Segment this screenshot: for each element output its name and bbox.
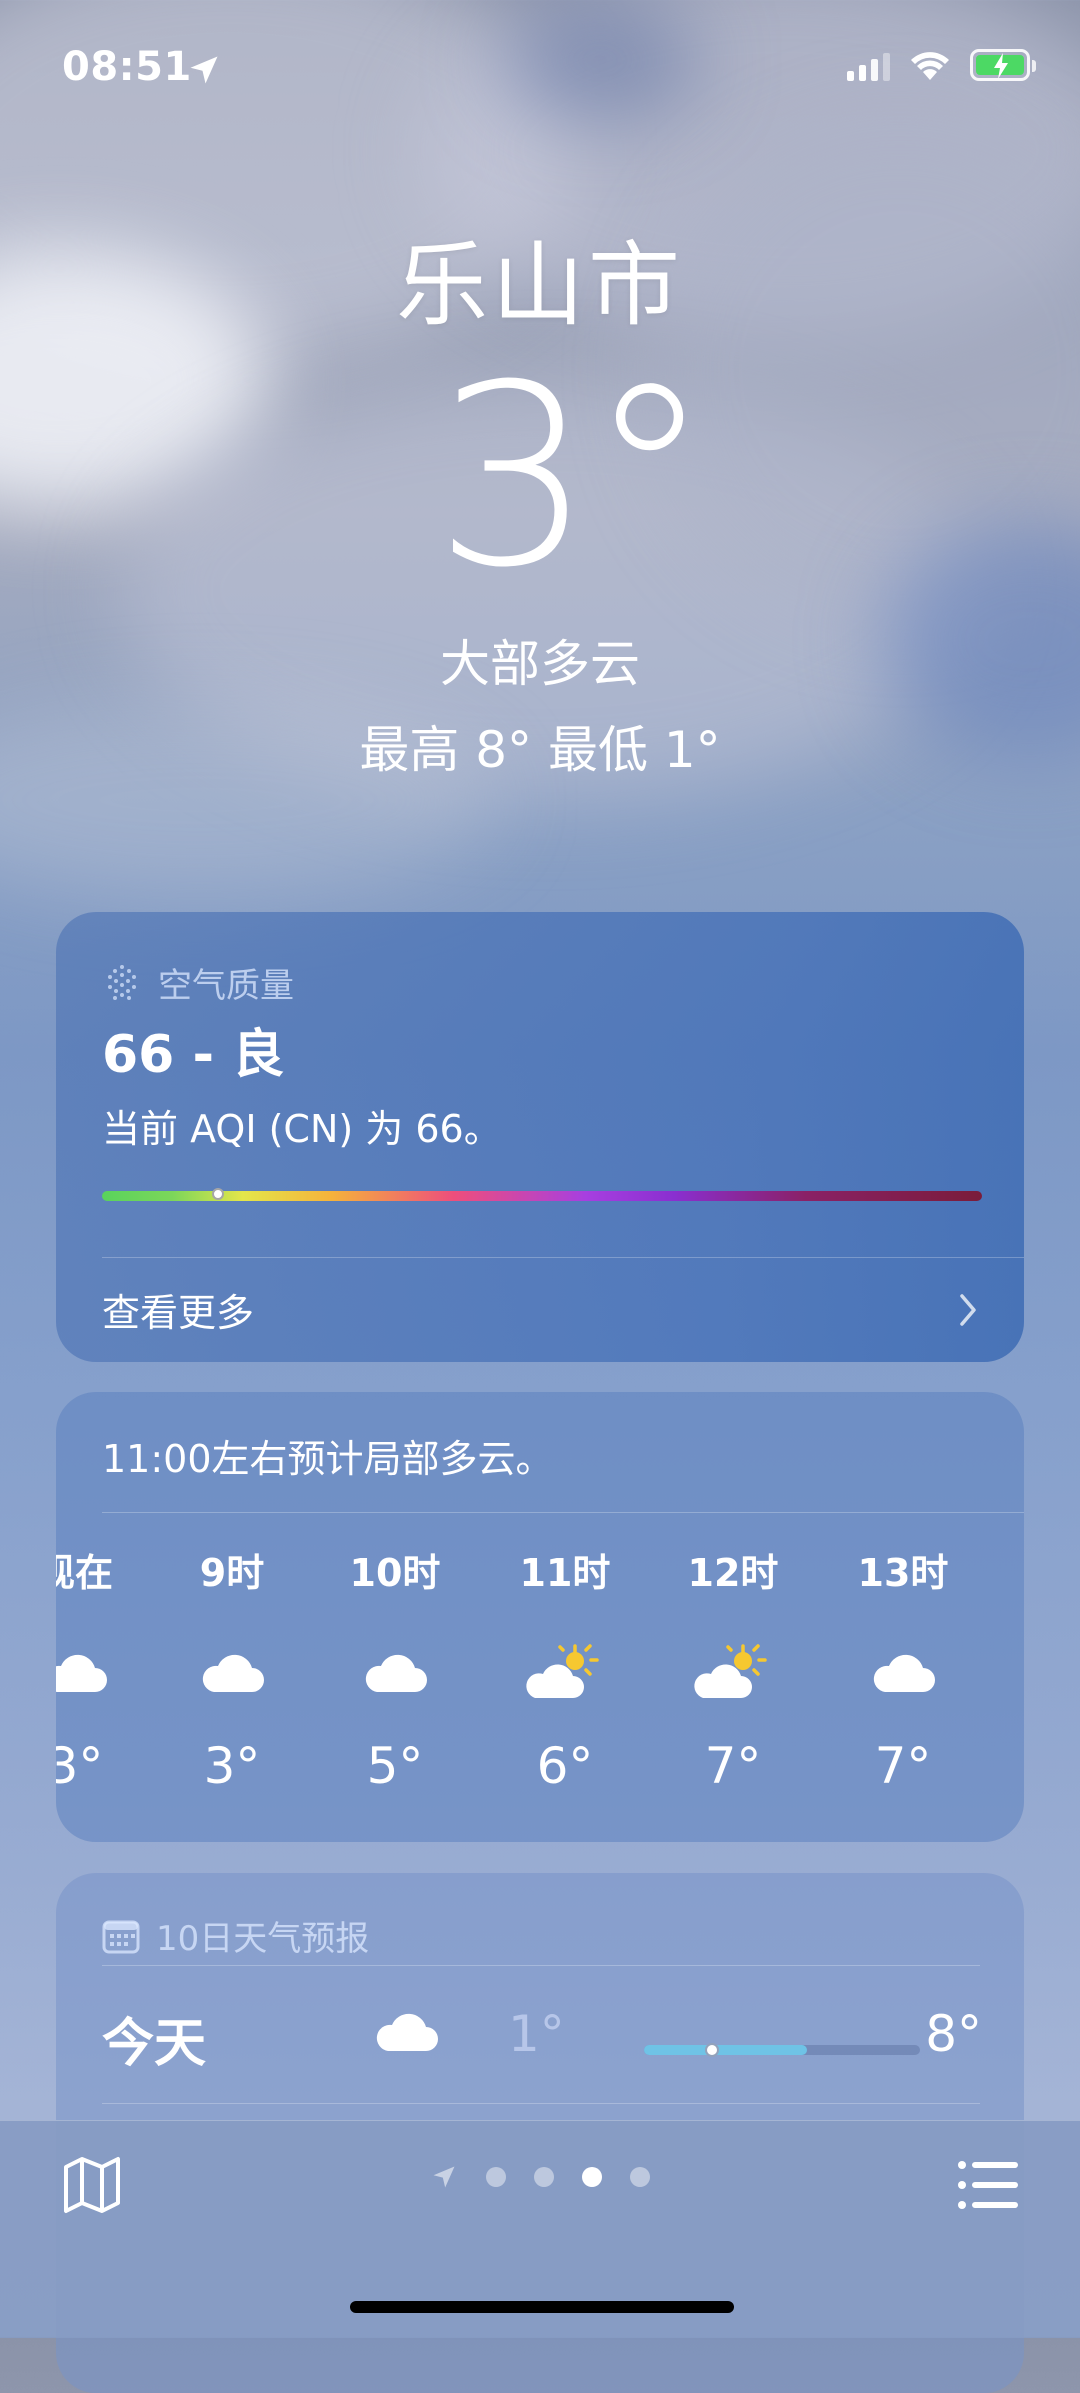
page-dot[interactable] xyxy=(582,2167,602,2187)
day-label: 今天 xyxy=(102,2014,207,2074)
air-quality-card[interactable]: 空气质量 66 - 良 当前 AQI (CN) 为 66。 查看更多 xyxy=(56,912,1024,1362)
cloud-icon xyxy=(56,1637,145,1707)
temperature-range-fill xyxy=(644,2045,807,2055)
air-quality-icon xyxy=(108,964,136,1000)
hour-label: 13时 xyxy=(857,1551,949,1595)
aqi-value: 66 - 良 xyxy=(102,1025,285,1085)
ten-day-title: 10日天气预报 xyxy=(156,1919,370,1959)
current-weather: 乐山市 3° 大部多云 最高 8° 最低 1° xyxy=(0,240,1080,782)
cloud-icon xyxy=(162,1637,302,1707)
hourly-item: 12时 7° xyxy=(663,1542,803,1795)
status-bar: 08:51 xyxy=(0,0,1080,140)
temperature-range-bar xyxy=(644,2043,920,2057)
air-quality-title: 空气质量 xyxy=(158,966,294,1006)
page-dot[interactable] xyxy=(534,2167,554,2187)
divider xyxy=(102,2103,980,2104)
aqi-scale-bar xyxy=(102,1188,982,1201)
location-arrow-icon xyxy=(190,56,218,84)
high-low-text: 最高 8° 最低 1° xyxy=(359,721,721,779)
page-indicator[interactable] xyxy=(430,2163,650,2191)
cloud-icon xyxy=(376,2013,438,2051)
hour-label: 现在 xyxy=(56,1551,113,1595)
cloud-icon xyxy=(833,1637,973,1707)
day-high-temp: 8° xyxy=(925,2005,982,2063)
page-dot[interactable] xyxy=(486,2167,506,2187)
condition-text: 大部多云 xyxy=(440,635,640,693)
hourly-list[interactable]: 现在 3° 9时 3° 10时 5° 11时 6° 12时 7° 13时 7° xyxy=(56,1542,1024,1822)
hourly-item: 9时 3° xyxy=(162,1542,302,1795)
hour-temperature: 7° xyxy=(874,1737,932,1795)
battery-charging-icon xyxy=(970,49,1036,81)
wifi-icon xyxy=(911,52,949,80)
partly-sunny-icon xyxy=(495,1637,635,1707)
aqi-indicator xyxy=(212,1188,225,1200)
divider xyxy=(102,1257,1024,1258)
hour-temperature: 5° xyxy=(366,1737,424,1795)
calendar-icon xyxy=(102,1920,140,1953)
hourly-item: 10时 5° xyxy=(325,1542,465,1795)
hourly-item: 11时 6° xyxy=(495,1542,635,1795)
hourly-item: 现在 3° xyxy=(56,1542,145,1795)
map-icon[interactable] xyxy=(60,2153,124,2217)
hour-label: 9时 xyxy=(199,1551,265,1595)
hour-label: 12时 xyxy=(687,1551,779,1595)
daily-row[interactable]: 今天 1° 8° xyxy=(102,1993,982,2093)
city-name: 乐山市 xyxy=(395,232,684,339)
location-arrow-icon xyxy=(433,2166,455,2188)
hour-temperature: 6° xyxy=(536,1737,594,1795)
hour-temperature: 3° xyxy=(56,1737,104,1795)
hourly-item: 13时 7° xyxy=(833,1542,973,1795)
cloud-icon xyxy=(325,1637,465,1707)
current-temperature: 3° xyxy=(433,331,712,622)
partly-sunny-icon xyxy=(663,1637,803,1707)
day-low-temp: 1° xyxy=(508,2005,565,2063)
home-indicator xyxy=(350,2301,734,2313)
status-time: 08:51 xyxy=(62,44,192,90)
hour-temperature: 7° xyxy=(704,1737,762,1795)
chevron-right-icon[interactable] xyxy=(956,1292,980,1328)
divider xyxy=(102,1965,980,1966)
page-dot[interactable] xyxy=(630,2167,650,2187)
divider xyxy=(102,1512,1024,1513)
hourly-summary: 11:00左右预计局部多云。 xyxy=(102,1437,554,1481)
hour-temperature: 3° xyxy=(203,1737,261,1795)
aqi-description: 当前 AQI (CN) 为 66。 xyxy=(102,1107,502,1151)
hourly-forecast-card: 11:00左右预计局部多云。 现在3°9时3°10时5°11时6°12时7°13… xyxy=(56,1392,1024,1842)
see-more-link[interactable]: 查看更多 xyxy=(102,1282,254,1337)
cellular-signal-icon xyxy=(847,49,890,81)
ten-day-header: 10日天气预报 xyxy=(102,1911,369,1960)
list-icon[interactable] xyxy=(956,2157,1020,2213)
current-temp-indicator xyxy=(704,2043,719,2057)
hour-label: 10时 xyxy=(349,1551,441,1595)
air-quality-header: 空气质量 xyxy=(102,958,294,1007)
hour-label: 11时 xyxy=(519,1551,611,1595)
